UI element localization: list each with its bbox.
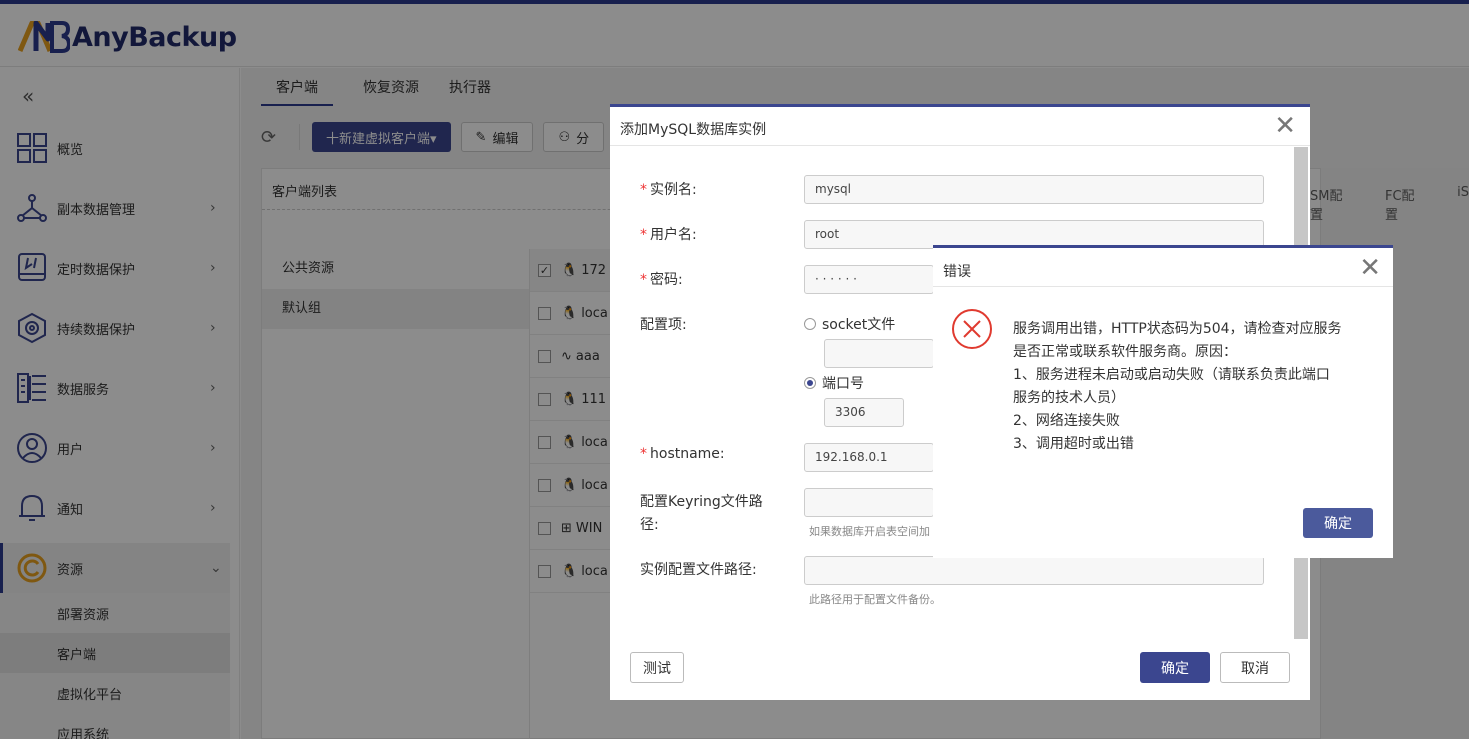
ok-button[interactable]: 确定 bbox=[1140, 652, 1210, 683]
required-mark: * bbox=[640, 227, 647, 243]
keyring-label: 配置Keyring文件路径: bbox=[640, 494, 763, 533]
error-line: 是否正常或联系软件服务商。原因： bbox=[1013, 344, 1237, 360]
socket-radio[interactable]: socket文件 bbox=[804, 314, 895, 334]
config-label: 配置项: bbox=[640, 317, 687, 333]
required-mark: * bbox=[640, 446, 647, 462]
divider bbox=[933, 286, 1393, 287]
radio-button-selected[interactable] bbox=[804, 377, 816, 389]
error-icon bbox=[952, 309, 992, 349]
instance-name-label: * 实例名: bbox=[640, 179, 697, 199]
username-label: * 用户名: bbox=[640, 224, 697, 244]
required-mark: * bbox=[640, 182, 647, 198]
divider bbox=[610, 145, 1310, 146]
error-line: 3、调用超时或出错 bbox=[1013, 436, 1134, 452]
tab-iscsi[interactable]: iS bbox=[1457, 185, 1469, 223]
error-dialog: 错误 ✕ 服务调用出错，HTTP状态码为504，请检查对应服务 是否正常或联系软… bbox=[933, 245, 1393, 558]
label-text: hostname: bbox=[650, 446, 725, 462]
password-label: * 密码: bbox=[640, 269, 683, 289]
config-path-hint: 此路径用于配置文件备份。 bbox=[809, 593, 941, 606]
radio-label: socket文件 bbox=[822, 317, 896, 333]
label-text: 实例名: bbox=[650, 182, 697, 198]
error-ok-button[interactable]: 确定 bbox=[1303, 508, 1373, 538]
close-icon[interactable]: ✕ bbox=[1359, 253, 1381, 283]
error-line: 2、网络连接失败 bbox=[1013, 413, 1120, 429]
instance-name-input[interactable]: mysql bbox=[804, 175, 1264, 204]
label-text: 密码: bbox=[650, 272, 683, 288]
config-path-label: 实例配置文件路径: bbox=[640, 562, 757, 578]
keyring-input[interactable] bbox=[804, 488, 934, 517]
error-dialog-title: 错误 bbox=[943, 264, 971, 280]
password-input[interactable]: · · · · · · bbox=[804, 265, 934, 294]
hostname-label: * hostname: bbox=[640, 446, 725, 462]
detail-tabs: SM配置 FC配置 iS bbox=[1310, 185, 1469, 223]
close-icon[interactable]: ✕ bbox=[1274, 113, 1296, 139]
keyring-hint: 如果数据库开启表空间加 bbox=[809, 525, 930, 538]
dialog-title: 添加MySQL数据库实例 bbox=[620, 122, 767, 138]
socket-input[interactable] bbox=[824, 339, 934, 368]
radio-button[interactable] bbox=[804, 318, 816, 330]
tab-sm-config[interactable]: SM配置 bbox=[1310, 185, 1355, 223]
cancel-button[interactable]: 取消 bbox=[1220, 652, 1290, 683]
tab-fc-config[interactable]: FC配置 bbox=[1385, 185, 1427, 223]
radio-label: 端口号 bbox=[822, 376, 864, 392]
error-line: 服务调用出错，HTTP状态码为504，请检查对应服务 bbox=[1013, 321, 1342, 337]
config-path-input[interactable] bbox=[804, 556, 1264, 585]
error-message: 服务调用出错，HTTP状态码为504，请检查对应服务 是否正常或联系软件服务商。… bbox=[1013, 318, 1373, 456]
required-mark: * bbox=[640, 272, 647, 288]
hostname-input[interactable]: 192.168.0.1 bbox=[804, 443, 934, 472]
error-line: 1、服务进程未启动或启动失败（请联系负责此端口 bbox=[1013, 367, 1330, 383]
port-stepper[interactable]: 3306 bbox=[824, 398, 904, 427]
test-button[interactable]: 测试 bbox=[630, 652, 684, 683]
port-radio[interactable]: 端口号 bbox=[804, 373, 864, 393]
error-line: 服务的技术人员） bbox=[1013, 390, 1125, 406]
label-text: 用户名: bbox=[650, 227, 697, 243]
